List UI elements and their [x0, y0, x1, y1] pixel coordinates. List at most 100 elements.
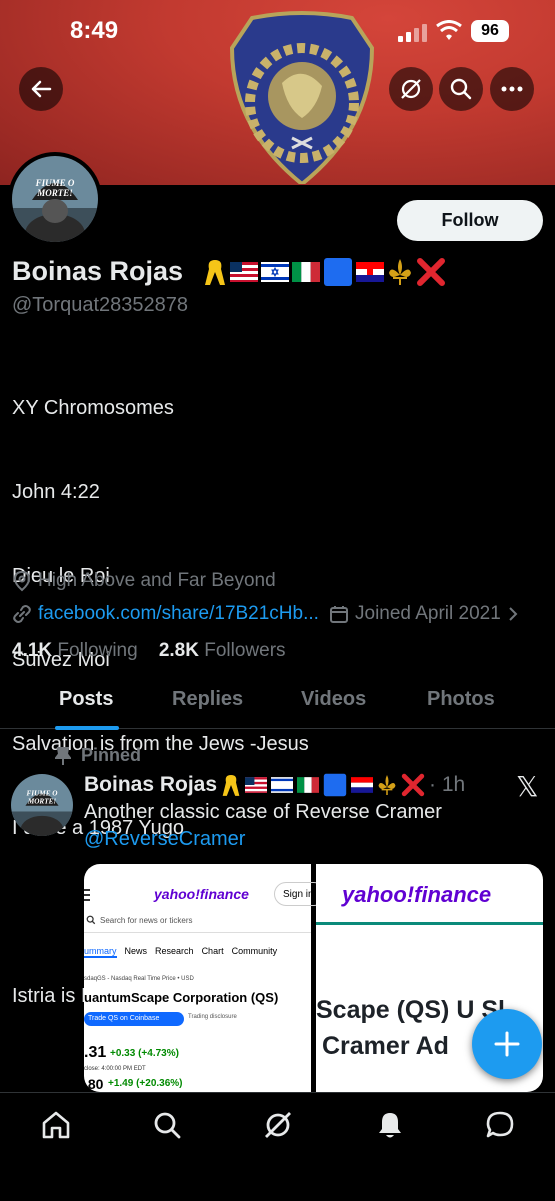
media-image-1[interactable]: yahoo!finance Sign in Search for news or…	[84, 864, 326, 1092]
croatia-flag-icon	[351, 777, 374, 793]
cellular-signal-icon	[398, 24, 427, 42]
status-time: 8:49	[70, 17, 119, 44]
trade-button[interactable]: Trade QS on Coinbase	[84, 1012, 184, 1026]
following-link[interactable]: 4.1K Following	[12, 640, 138, 661]
search-icon	[450, 78, 472, 100]
israel-flag-icon	[261, 262, 289, 282]
menu-icon	[84, 889, 90, 901]
tab-replies[interactable]: Replies	[172, 688, 243, 711]
compose-post-button[interactable]	[472, 1009, 542, 1079]
close-time: close: 4:00:00 PM EDT	[84, 1066, 146, 1072]
yellow-ribbon-icon	[205, 260, 225, 285]
israel-flag-icon	[271, 777, 294, 793]
us-flag-icon	[230, 262, 258, 282]
nav-grok[interactable]	[260, 1107, 296, 1143]
blue-square-icon	[324, 258, 352, 286]
more-horizontal-icon	[501, 86, 523, 92]
bio-line: John 4:22	[12, 481, 100, 503]
location-text: High Above and Far Beyond	[38, 570, 276, 591]
status-bar: 8:49 96	[0, 0, 555, 70]
follow-button[interactable]: Follow	[397, 200, 543, 241]
avatar-image: FIUME O MORTE!	[11, 774, 73, 836]
search-placeholder: Search for news or tickers	[100, 915, 193, 925]
tab-chart[interactable]: Chart	[202, 946, 224, 958]
post-header: Boinas Rojas · 1h	[84, 772, 465, 798]
yahoo-finance-logo: yahoo!finance	[154, 886, 249, 902]
post-mention-link[interactable]: @ReverseCramer	[84, 828, 245, 851]
tab-summary[interactable]: ummary	[84, 946, 117, 958]
back-button[interactable]	[19, 67, 63, 111]
tab-photos[interactable]: Photos	[427, 688, 495, 711]
home-icon	[42, 1111, 70, 1139]
profile-name-emojis	[203, 257, 446, 287]
plus-icon	[494, 1031, 520, 1057]
stock-change: +0.33 (+4.73%)	[110, 1048, 179, 1059]
message-icon	[486, 1111, 514, 1138]
post-author-name[interactable]: Boinas Rojas	[84, 773, 217, 797]
quote-nav: ummary News Research Chart Community	[84, 946, 277, 958]
active-tab-indicator	[55, 726, 119, 730]
nav-messages[interactable]	[482, 1107, 518, 1143]
italy-flag-icon	[292, 262, 320, 282]
profile-handle: @Torquat28352878	[12, 294, 188, 316]
post-timestamp[interactable]: · 1h	[429, 773, 465, 797]
arrow-left-icon	[31, 80, 52, 98]
article-headline-line1: Scape (QS) U Sl	[316, 996, 505, 1024]
stock-price: .31	[84, 1044, 107, 1061]
avatar-caption-line1: FIUME O	[27, 790, 58, 798]
search-bar[interactable]: Search for news or tickers	[84, 908, 311, 933]
profile-website[interactable]: facebook.com/share/17B21cHb...	[12, 603, 319, 625]
more-options-button[interactable]	[490, 67, 534, 111]
tab-community[interactable]: Community	[232, 946, 278, 958]
avatar-caption-line2: MORTE!	[27, 798, 57, 806]
calendar-icon	[330, 606, 348, 623]
search-icon	[86, 915, 96, 925]
red-x-icon	[401, 773, 425, 797]
after-hours-price: .80	[84, 1076, 104, 1092]
battery-indicator: 96	[471, 20, 509, 42]
bell-icon	[379, 1113, 401, 1138]
profile-name: Boinas Rojas	[12, 256, 184, 286]
article-headline-line2: Cramer Ad	[322, 1032, 449, 1060]
post-author-avatar[interactable]: FIUME O MORTE!	[11, 774, 73, 836]
tab-posts[interactable]: Posts	[59, 688, 113, 711]
tab-videos[interactable]: Videos	[301, 688, 366, 711]
bottom-navigation	[0, 1092, 555, 1201]
followers-count: 2.8K	[158, 640, 199, 661]
tab-news[interactable]: News	[125, 946, 148, 958]
wifi-icon	[436, 20, 462, 40]
avatar-caption-line1: FIUME O	[35, 178, 75, 188]
profile-avatar[interactable]: FIUME O MORTE!	[8, 152, 102, 246]
after-hours-change: +1.49 (+20.36%)	[108, 1078, 183, 1089]
profile-counts: 4.1K Following 2.8K Followers	[12, 640, 286, 662]
pinned-indicator: Pinned	[55, 745, 141, 766]
profile-joined[interactable]: Joined April 2021	[329, 603, 519, 625]
post-text: Another classic case of Reverse Cramer	[84, 801, 442, 823]
nav-home[interactable]	[38, 1107, 74, 1143]
bio-line: XY Chromosomes	[12, 397, 174, 419]
trading-disclosure[interactable]: Trading disclosure	[188, 1014, 237, 1020]
grok-button[interactable]	[389, 67, 433, 111]
tab-research[interactable]: Research	[155, 946, 194, 958]
header-divider	[316, 922, 543, 925]
profile-tabs: Posts Replies Videos Photos	[0, 680, 555, 729]
website-link[interactable]: facebook.com/share/17B21cHb...	[38, 603, 319, 625]
exchange-info: sdaqGS - Nasdaq Real Time Price • USD	[84, 976, 194, 982]
fleur-de-lis-icon	[378, 775, 396, 795]
italy-flag-icon	[297, 777, 320, 793]
blue-square-icon	[323, 773, 347, 797]
pin-icon	[55, 746, 71, 765]
yellow-ribbon-icon	[222, 775, 240, 796]
joined-text: Joined April 2021	[355, 603, 501, 624]
nav-search[interactable]	[149, 1107, 185, 1143]
location-pin-icon	[13, 570, 31, 592]
nav-notifications[interactable]	[372, 1107, 408, 1143]
followers-link[interactable]: 2.8K Followers	[159, 640, 286, 661]
grok-icon	[265, 1112, 291, 1138]
x-logo-icon[interactable]: 𝕏	[516, 770, 539, 803]
followers-label: Followers	[204, 640, 286, 661]
red-x-icon	[417, 258, 445, 286]
search-button[interactable]	[439, 67, 483, 111]
company-name: uantumScape Corporation (QS)	[84, 990, 279, 1005]
search-icon	[154, 1112, 181, 1139]
